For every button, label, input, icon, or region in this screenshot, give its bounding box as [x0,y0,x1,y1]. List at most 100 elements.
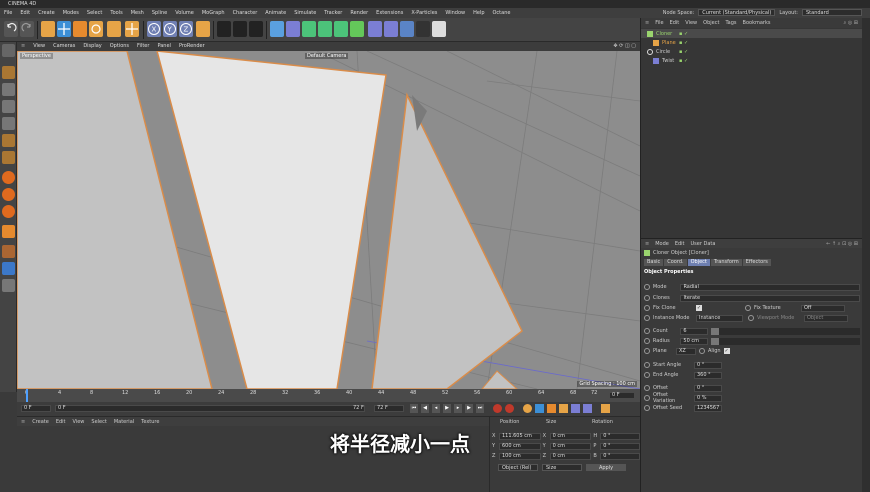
offset-keyframe-icon[interactable] [644,385,650,391]
rotation-p-field[interactable]: 0 ° [600,442,640,450]
offset-seed-field[interactable]: 1234567 [694,404,722,412]
axis-mode-icon[interactable] [2,151,15,164]
menu-x-particles[interactable]: X-Particles [407,8,441,18]
live-selection-icon[interactable] [41,21,55,37]
position-y-field[interactable]: 600 cm [498,442,541,450]
menu-mograph[interactable]: MoGraph [198,8,229,18]
radius-field[interactable]: 50 cm [680,337,708,345]
object-name-cloner[interactable]: Cloner [656,31,680,37]
mode-keyframe-icon[interactable] [644,284,650,290]
tab-object[interactable]: Object [687,259,710,266]
tab-effectors[interactable]: Effectors [742,259,771,266]
attribute-menu-edit[interactable]: Edit [675,241,685,247]
position-x-field[interactable]: 111.605 cm [498,432,541,440]
instance-mode-keyframe-icon[interactable] [644,315,650,321]
menu-volume[interactable]: Volume [171,8,198,18]
menu-animate[interactable]: Animate [261,8,290,18]
menu-extensions[interactable]: Extensions [372,8,407,18]
size-mode-dropdown[interactable]: Size [542,464,582,471]
size-x-field[interactable]: 0 cm [549,432,592,440]
go-to-end-icon[interactable]: ⏭ [476,404,484,413]
viewport[interactable]: Perspective Default Camera Grid Spacing … [17,51,640,389]
node-space-dropdown[interactable]: Current (Standard/Physical) [698,9,776,16]
align-checkbox[interactable]: ✓ [723,348,730,354]
field-icon[interactable] [384,21,398,37]
viewport-menu-view[interactable]: View [29,42,49,51]
object-manager-search-icon[interactable]: ⌕ ◎ ⊞ [843,20,858,26]
menu-select[interactable]: Select [83,8,106,18]
object-menu-object[interactable]: Object [703,20,719,26]
menu-help[interactable]: Help [469,8,488,18]
object-row-circle[interactable]: Circle ▪ ✓ [641,47,862,56]
render-settings-icon[interactable] [249,21,263,37]
menu-tools[interactable]: Tools [106,8,126,18]
object-menu-icon[interactable]: ≡ [645,20,649,26]
texture-mode-icon[interactable] [2,83,15,96]
next-key-icon[interactable]: ▶ [465,404,473,413]
tab-basic[interactable]: Basic [644,259,664,266]
count-field[interactable]: 6 [680,327,708,335]
fix-clone-keyframe-icon[interactable] [644,305,650,311]
previous-key-icon[interactable]: ◀ [421,404,429,413]
coordinate-system-icon[interactable] [196,21,210,37]
object-menu-edit[interactable]: Edit [670,20,680,26]
menu-simulate[interactable]: Simulate [290,8,320,18]
viewport-navigation-icons[interactable]: ✥ ⟳ ◫ ▢ [613,42,636,51]
timeline-ruler[interactable]: 0 4 8 12 16 20 24 28 32 36 40 44 48 52 5… [17,389,640,402]
go-to-start-icon[interactable]: ⏮ [410,404,418,413]
undo-icon[interactable] [4,21,18,37]
attribute-menu-mode[interactable]: Mode [655,241,669,247]
clones-dropdown[interactable]: Iterate [680,294,860,302]
fix-texture-keyframe-icon[interactable] [745,305,751,311]
menu-create[interactable]: Create [34,8,59,18]
transform-icon[interactable] [125,21,139,37]
size-z-field[interactable]: 0 cm [549,452,592,460]
snap-settings-icon[interactable] [2,188,15,201]
render-view-icon[interactable] [217,21,231,37]
tab-coord[interactable]: Coord. [664,259,687,266]
camera-icon[interactable] [416,21,430,37]
object-menu-view[interactable]: View [685,20,697,26]
y-axis-icon[interactable]: Y [163,21,177,37]
camera-label[interactable]: Default Camera [305,53,349,59]
menu-mesh[interactable]: Mesh [127,8,148,18]
align-keyframe-icon[interactable] [699,348,705,354]
subdivision-surface-icon[interactable] [302,21,316,37]
viewport-menu-filter[interactable]: Filter [133,42,153,51]
axis-workplane-icon[interactable] [2,262,15,275]
light-icon[interactable] [432,21,446,37]
key-scale-icon[interactable] [547,404,556,413]
count-slider[interactable] [710,327,860,335]
viewport-mode-dropdown[interactable]: Object [804,314,848,322]
move-icon[interactable] [57,21,71,37]
end-angle-keyframe-icon[interactable] [644,372,650,378]
menu-edit[interactable]: Edit [16,8,34,18]
attribute-nav-icons[interactable]: ← ↑ ⌕ ⊡ ◎ ⊞ [826,241,858,247]
locked-workplane-icon[interactable] [2,225,15,238]
redo-icon[interactable] [20,21,34,37]
autokey-icon[interactable] [505,404,514,413]
menu-file[interactable]: File [0,8,16,18]
menu-render[interactable]: Render [346,8,372,18]
coord-mode-dropdown[interactable]: Object (Rel) [498,464,538,471]
material-menu-select[interactable]: Select [91,419,106,425]
cloner-visibility-check[interactable]: ▪ ✓ [679,31,688,37]
material-menu-texture[interactable]: Texture [141,419,159,425]
viewport-arrows-icon[interactable]: ≡ [17,42,29,51]
radius-slider[interactable] [710,337,860,345]
layout-dropdown[interactable]: Standard [802,9,862,16]
count-keyframe-icon[interactable] [644,328,650,334]
instance-mode-dropdown[interactable]: Instance [696,314,743,322]
start-angle-keyframe-icon[interactable] [644,362,650,368]
extrude-icon[interactable] [318,21,332,37]
quantize-icon[interactable] [2,279,15,292]
record-icon[interactable] [493,404,502,413]
key-parameter-icon[interactable] [571,404,580,413]
attribute-menu-icon[interactable]: ≡ [645,241,649,247]
material-menu-view[interactable]: View [73,419,85,425]
preview-range-slider[interactable]: 0 F [55,405,365,412]
object-row-twist[interactable]: Twist ▪ ✓ [641,56,862,65]
object-menu-file[interactable]: File [655,20,663,26]
viewport-menu-display[interactable]: Display [79,42,105,51]
offset-seed-keyframe-icon[interactable] [644,405,650,411]
